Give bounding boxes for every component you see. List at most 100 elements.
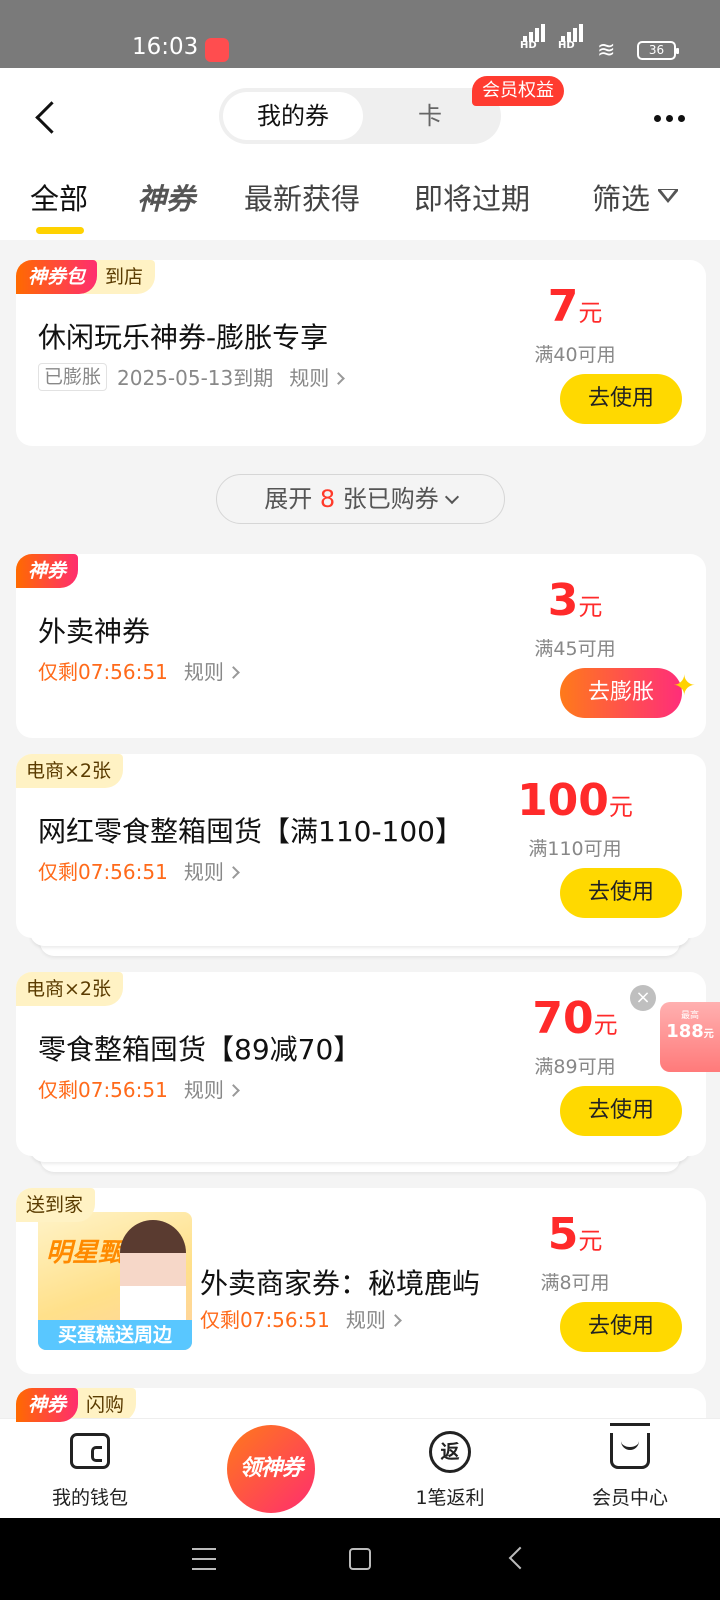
system-nav-bar [0,1518,720,1600]
coupon-tag-primary: 神券包 [16,260,98,294]
coupon-tags: 神券包 到店 [16,260,156,294]
coupon-condition: 满8可用 [540,1272,610,1294]
rule-link[interactable]: 规则 [183,1074,240,1103]
coupon-price: 5元 满8可用 [500,1210,650,1295]
chevron-right-icon [226,1084,240,1097]
expand-coupon-label: 去膨胀 [587,680,654,705]
nav-rebate[interactable]: 返 1笔返利 [380,1419,520,1519]
chevron-right-icon [226,866,240,879]
coupon-price: 100元 满110可用 [500,776,650,861]
thumbnail-banner: 买蛋糕送周边 [38,1320,192,1350]
coupon-thumbnail: 明星甄选 买蛋糕送周边 [38,1212,192,1350]
segment-my-coupons[interactable]: 我的券 [223,92,363,140]
coupon-title: 网红零食整箱囤货【满110-100】 [38,815,463,848]
use-button[interactable]: 去使用 [560,1086,682,1136]
coupon-amount: 70 [532,993,594,1044]
chevron-down-icon [444,489,459,505]
coupon-card: 电商×2张 网红零食整箱囤货【满110-100】 仅剩07:56:51 规则 1… [16,754,706,938]
coupon-card: 电商×2张 零食整箱囤货【89减70】 仅剩07:56:51 规则 70元 满8… [16,972,706,1156]
rule-link[interactable]: 规则 [345,1304,402,1333]
rule-link[interactable]: 规则 [183,656,240,685]
tab-expiring[interactable]: 即将过期 [414,176,530,218]
battery-icon: 36 [637,41,679,60]
coupon-condition: 满89可用 [534,1056,616,1078]
coupon-countdown: 仅剩07:56:51 [200,1308,330,1332]
chevron-right-icon [226,666,240,679]
expand-purchased-button[interactable]: 展开 8 张已购券 [216,474,505,524]
rule-label: 规则 [183,860,224,884]
coupon-condition: 满45可用 [534,638,616,660]
chevron-right-icon [388,1314,402,1327]
rule-label: 规则 [345,1308,386,1332]
float-widget-label: 最高 [680,1011,699,1021]
home-icon[interactable] [349,1548,371,1570]
coupon-tag-primary: 送到家 [16,1188,96,1222]
rule-link[interactable]: 规则 [183,856,240,885]
coupon-condition: 满110可用 [528,838,622,860]
rule-label: 规则 [183,660,224,684]
coupon-amount: 100 [517,775,609,826]
expanded-chip: 已膨胀 [38,362,108,391]
expand-prefix: 展开 [264,485,313,513]
close-icon[interactable]: × [630,985,656,1011]
tab-bar: 全部 神券 最新获得 即将过期 筛选 [0,176,720,236]
rule-label: 规则 [289,366,330,390]
status-bar: 16:03 HD HD ≋ 36 [0,0,720,68]
expand-coupon-button[interactable]: 去膨胀 [560,668,682,718]
coupon-title: 外卖神券 [38,615,151,648]
coupon-meta: 仅剩07:56:51 规则 [38,856,240,885]
coupon-expiry: 2025-05-13到期 [117,366,274,390]
float-widget-unit: 元 [703,1029,714,1040]
coupon-title: 零食整箱囤货【89减70】 [38,1033,362,1066]
rule-link[interactable]: 规则 [289,362,346,391]
coupon-title: 休闲玩乐神券-膨胀专享 [38,321,329,354]
coupon-tag-primary: 神券 [16,1388,79,1422]
floating-reward-widget[interactable]: 最高 188元 [660,1002,720,1072]
back-button[interactable] [28,98,68,138]
coupon-unit: 元 [578,299,603,327]
coupon-amount: 5 [547,1209,579,1260]
coupon-tags: 神券 [16,554,79,588]
coupon-tag-primary: 电商×2张 [16,972,124,1006]
coupon-condition: 满40可用 [534,344,616,366]
nav-rebate-label: 1笔返利 [415,1487,485,1509]
get-coupons-button[interactable]: 领神券 [227,1425,315,1513]
coupon-amount: 3 [547,575,579,626]
coupon-unit: 元 [578,1227,603,1255]
coupon-price: 70元 满89可用 [500,994,650,1079]
member-benefits-badge[interactable]: 会员权益 [472,76,564,106]
segment-control: 我的券 卡 [219,88,501,144]
coupon-unit: 元 [608,793,633,821]
coupon-card: 神券 外卖神券 仅剩07:56:51 规则 3元 满45可用 去膨胀 ✦ [16,554,706,738]
coupon-meta: 已膨胀 2025-05-13到期 规则 [38,362,346,391]
coupon-tag-primary: 电商×2张 [16,754,124,788]
coupon-unit: 元 [578,593,603,621]
recent-apps-icon[interactable] [192,1548,216,1570]
system-back-icon[interactable] [508,1546,532,1570]
coupon-tag-primary: 神券 [16,554,79,588]
use-button[interactable]: 去使用 [560,868,682,918]
coupon-unit: 元 [593,1011,618,1039]
coupon-tags: 电商×2张 [16,972,124,1006]
coupon-countdown: 仅剩07:56:51 [38,660,168,684]
nav-wallet[interactable]: 我的钱包 [20,1419,160,1519]
tab-filter[interactable]: 筛选 [592,176,679,218]
coupon-countdown: 仅剩07:56:51 [38,860,168,884]
tab-all[interactable]: 全部 [30,176,88,218]
nav-member-center[interactable]: 会员中心 [560,1419,700,1519]
more-button[interactable] [650,108,690,128]
use-button[interactable]: 去使用 [560,374,682,424]
tab-newest[interactable]: 最新获得 [244,176,360,218]
rule-label: 规则 [183,1078,224,1102]
coupon-countdown: 仅剩07:56:51 [38,1078,168,1102]
tab-shenquan[interactable]: 神券 [137,176,195,218]
expand-count: 8 [319,485,336,513]
thumbnail-person-image [120,1220,186,1330]
notification-icon [205,38,229,62]
coupon-meta: 仅剩07:56:51 规则 [38,656,240,685]
filter-icon [658,189,679,211]
tab-filter-label: 筛选 [592,182,651,216]
use-button[interactable]: 去使用 [560,1302,682,1352]
rebate-icon: 返 [429,1431,471,1473]
nav-member-label: 会员中心 [591,1487,668,1509]
